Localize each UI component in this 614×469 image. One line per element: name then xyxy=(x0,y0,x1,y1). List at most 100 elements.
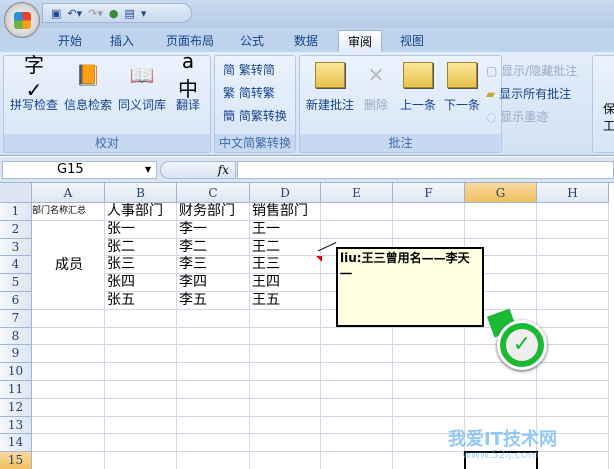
row-header-3[interactable]: 3 xyxy=(0,238,32,257)
row-header-4[interactable]: 4 xyxy=(0,256,32,275)
cell-B10[interactable] xyxy=(105,363,177,381)
column-header-A[interactable]: A xyxy=(32,183,105,203)
cell-B9[interactable] xyxy=(105,345,177,364)
column-header-H[interactable]: H xyxy=(537,183,609,203)
formula-input[interactable] xyxy=(237,161,614,179)
row-header-12[interactable]: 12 xyxy=(0,398,32,417)
cell-H4[interactable] xyxy=(537,256,609,275)
translate-button[interactable]: a中 翻译 xyxy=(168,49,208,113)
cell-G1[interactable] xyxy=(465,203,537,221)
row-header-15[interactable]: 15 xyxy=(0,452,32,469)
cell-E10[interactable] xyxy=(321,363,393,381)
cell-E13[interactable] xyxy=(321,416,393,435)
cell-D5[interactable]: 王四 xyxy=(250,274,321,292)
cell-C6[interactable]: 李五 xyxy=(177,292,250,310)
cell-A12[interactable] xyxy=(32,398,105,417)
save-icon[interactable]: ▣ xyxy=(51,7,61,20)
tab-review[interactable]: 审阅 xyxy=(338,30,382,52)
row-header-7[interactable]: 7 xyxy=(0,309,32,328)
cell-B3[interactable]: 张二 xyxy=(105,238,177,257)
cell-C12[interactable] xyxy=(177,398,250,417)
row-header-5[interactable]: 5 xyxy=(0,274,32,292)
row-header-2[interactable]: 2 xyxy=(0,220,32,239)
cell-B8[interactable] xyxy=(105,327,177,346)
cell-C15[interactable] xyxy=(177,452,250,469)
cell-H1[interactable] xyxy=(537,203,609,221)
cell-F2[interactable] xyxy=(393,220,465,239)
cell-G12[interactable] xyxy=(465,398,537,417)
cell-B1[interactable]: 人事部门 xyxy=(105,203,177,221)
delete-comment-button[interactable]: ✕ 删除 xyxy=(358,60,394,113)
form-icon[interactable]: ▤ xyxy=(125,7,135,20)
tab-formulas[interactable]: 公式 xyxy=(232,30,272,52)
cell-D10[interactable] xyxy=(250,363,321,381)
row-header-13[interactable]: 13 xyxy=(0,416,32,435)
conversion-button[interactable]: 簡 简繁转换 xyxy=(223,107,287,124)
tab-home[interactable]: 开始 xyxy=(50,30,90,52)
column-header-D[interactable]: D xyxy=(250,183,321,203)
cell-C13[interactable] xyxy=(177,416,250,435)
cell-A11[interactable] xyxy=(32,381,105,399)
cell-E1[interactable] xyxy=(321,203,393,221)
cell-D15[interactable] xyxy=(250,452,321,469)
cell-A15[interactable] xyxy=(32,452,105,469)
cell-B11[interactable] xyxy=(105,381,177,399)
new-comment-button[interactable]: 新建批注 xyxy=(302,60,358,113)
trad-to-simp-button[interactable]: 简 繁转简 xyxy=(223,61,275,78)
next-comment-button[interactable]: 下一条 xyxy=(440,60,484,113)
cell-F1[interactable] xyxy=(393,203,465,221)
cell-D9[interactable] xyxy=(250,345,321,364)
cell-H3[interactable] xyxy=(537,238,609,257)
cell-B15[interactable] xyxy=(105,452,177,469)
cell-C8[interactable] xyxy=(177,327,250,346)
cell-B14[interactable] xyxy=(105,434,177,453)
cell-H8[interactable] xyxy=(537,327,609,346)
column-header-G[interactable]: G xyxy=(465,183,537,203)
cell-D7[interactable] xyxy=(250,309,321,328)
cell-D14[interactable] xyxy=(250,434,321,453)
cell-H15[interactable] xyxy=(537,452,609,469)
protect-button[interactable]: 保工 xyxy=(603,100,614,134)
row-header-8[interactable]: 8 xyxy=(0,327,32,346)
research-button[interactable]: 📙 信息检索 xyxy=(62,60,114,113)
insert-function-button[interactable]: fx xyxy=(160,161,236,179)
cell-E12[interactable] xyxy=(321,398,393,417)
cell-B5[interactable]: 张四 xyxy=(105,274,177,292)
cell-comment[interactable]: liu:王三曾用名——李天一 xyxy=(336,247,484,327)
cell-D12[interactable] xyxy=(250,398,321,417)
cell-H6[interactable] xyxy=(537,292,609,310)
cell-A2-A6[interactable]: 成员 xyxy=(32,220,105,310)
cell-E2[interactable] xyxy=(321,220,393,239)
name-box[interactable]: G15 xyxy=(2,161,157,179)
cell-D6[interactable]: 王五 xyxy=(250,292,321,310)
cell-C9[interactable] xyxy=(177,345,250,364)
cell-F12[interactable] xyxy=(393,398,465,417)
column-header-C[interactable]: C xyxy=(177,183,250,203)
cell-C3[interactable]: 李二 xyxy=(177,238,250,257)
cell-C7[interactable] xyxy=(177,309,250,328)
undo-icon[interactable]: ↶▾ xyxy=(67,7,82,20)
cell-D13[interactable] xyxy=(250,416,321,435)
cell-A13[interactable] xyxy=(32,416,105,435)
spell-check-button[interactable]: 字✓ 拼写检查 xyxy=(8,53,60,113)
cell-A14[interactable] xyxy=(32,434,105,453)
cell-H7[interactable] xyxy=(537,309,609,328)
cell-E8[interactable] xyxy=(321,327,393,346)
cell-C11[interactable] xyxy=(177,381,250,399)
cell-G2[interactable] xyxy=(465,220,537,239)
cell-A8[interactable] xyxy=(32,327,105,346)
tab-insert[interactable]: 插入 xyxy=(102,30,142,52)
tab-data[interactable]: 数据 xyxy=(286,30,326,52)
cell-B4[interactable]: 张三 xyxy=(105,256,177,275)
cell-F9[interactable] xyxy=(393,345,465,364)
cell-A9[interactable] xyxy=(32,345,105,364)
row-header-10[interactable]: 10 xyxy=(0,363,32,381)
cell-D3[interactable]: 王二 xyxy=(250,238,321,257)
row-header-9[interactable]: 9 xyxy=(0,345,32,364)
show-hide-comment-button[interactable]: ▢ 显示/隐藏批注 xyxy=(486,62,577,79)
globe-icon[interactable]: ● xyxy=(109,7,119,20)
cell-G11[interactable] xyxy=(465,381,537,399)
cell-E15[interactable] xyxy=(321,452,393,469)
simp-to-trad-button[interactable]: 繁 简转繁 xyxy=(223,84,275,101)
cell-F15[interactable] xyxy=(393,452,465,469)
